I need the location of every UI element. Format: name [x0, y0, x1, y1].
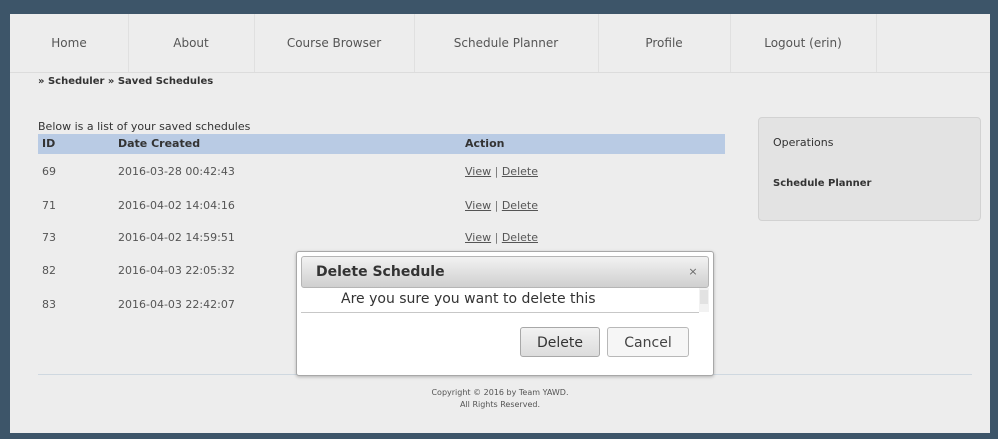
dialog-scrollbar[interactable] [699, 288, 709, 312]
breadcrumb-separator: » [107, 76, 115, 87]
nav-home[interactable]: Home [10, 14, 129, 72]
row-id: 71 [42, 199, 56, 212]
view-link[interactable]: View [465, 199, 491, 212]
nav-schedule-planner[interactable]: Schedule Planner [414, 14, 599, 72]
row-id: 73 [42, 231, 56, 244]
delete-link[interactable]: Delete [502, 165, 538, 178]
close-icon[interactable]: × [686, 265, 700, 279]
table-row: 69 2016-03-28 00:42:43 View | Delete [38, 162, 725, 182]
breadcrumb-separator: » [38, 76, 45, 87]
dialog-title: Delete Schedule [316, 264, 445, 280]
breadcrumb-current: Saved Schedules [117, 76, 214, 87]
dialog-titlebar[interactable]: Delete Schedule × [301, 256, 709, 288]
intro-text: Below is a list of your saved schedules [38, 120, 251, 133]
breadcrumb: » Scheduler » Saved Schedules [38, 76, 213, 87]
top-frame-bar [0, 0, 998, 14]
delete-schedule-dialog: Delete Schedule × Are you sure you want … [296, 251, 714, 376]
row-date: 2016-03-28 00:42:43 [118, 165, 235, 178]
nav-course-browser[interactable]: Course Browser [254, 14, 415, 72]
dialog-message: Are you sure you want to delete this [341, 291, 596, 307]
dialog-body: Are you sure you want to delete this [301, 288, 699, 313]
operations-panel: Operations Schedule Planner [758, 117, 981, 221]
view-link[interactable]: View [465, 231, 491, 244]
row-actions: View | Delete [465, 162, 538, 182]
nav-profile[interactable]: Profile [598, 14, 731, 72]
copyright-text: Copyright © 2016 by Team YAWD. [431, 388, 569, 397]
delete-link[interactable]: Delete [502, 231, 538, 244]
table-row: 71 2016-04-02 14:04:16 View | Delete [38, 196, 725, 216]
rights-text: All Rights Reserved. [459, 400, 540, 409]
scrollbar-thumb[interactable] [700, 290, 708, 304]
view-link[interactable]: View [465, 165, 491, 178]
nav-logout[interactable]: Logout (erin) [730, 14, 877, 72]
cancel-button[interactable]: Cancel [607, 327, 689, 357]
row-date: 2016-04-03 22:05:32 [118, 264, 235, 277]
action-separator: | [494, 165, 499, 178]
row-date: 2016-04-02 14:04:16 [118, 199, 235, 212]
footer: Copyright © 2016 by Team YAWD. All Right… [10, 387, 990, 411]
confirm-delete-button[interactable]: Delete [520, 327, 600, 357]
header-id: ID [42, 137, 56, 150]
operations-title: Operations [773, 136, 834, 149]
table-header: ID Date Created Action [38, 134, 725, 154]
breadcrumb-scheduler[interactable]: Scheduler [48, 76, 104, 87]
row-date: 2016-04-02 14:59:51 [118, 231, 235, 244]
nav-about[interactable]: About [128, 14, 255, 72]
header-date-created: Date Created [118, 137, 201, 150]
operations-schedule-planner-link[interactable]: Schedule Planner [773, 178, 871, 189]
delete-link[interactable]: Delete [502, 199, 538, 212]
action-separator: | [494, 231, 499, 244]
row-actions: View | Delete [465, 196, 538, 216]
action-separator: | [494, 199, 499, 212]
main-nav: Home About Course Browser Schedule Plann… [10, 14, 990, 73]
row-id: 69 [42, 165, 56, 178]
header-action: Action [465, 137, 505, 150]
row-id: 82 [42, 264, 56, 277]
row-date: 2016-04-03 22:42:07 [118, 298, 235, 311]
table-row: 73 2016-04-02 14:59:51 View | Delete [38, 228, 725, 248]
row-actions: View | Delete [465, 228, 538, 248]
row-id: 83 [42, 298, 56, 311]
